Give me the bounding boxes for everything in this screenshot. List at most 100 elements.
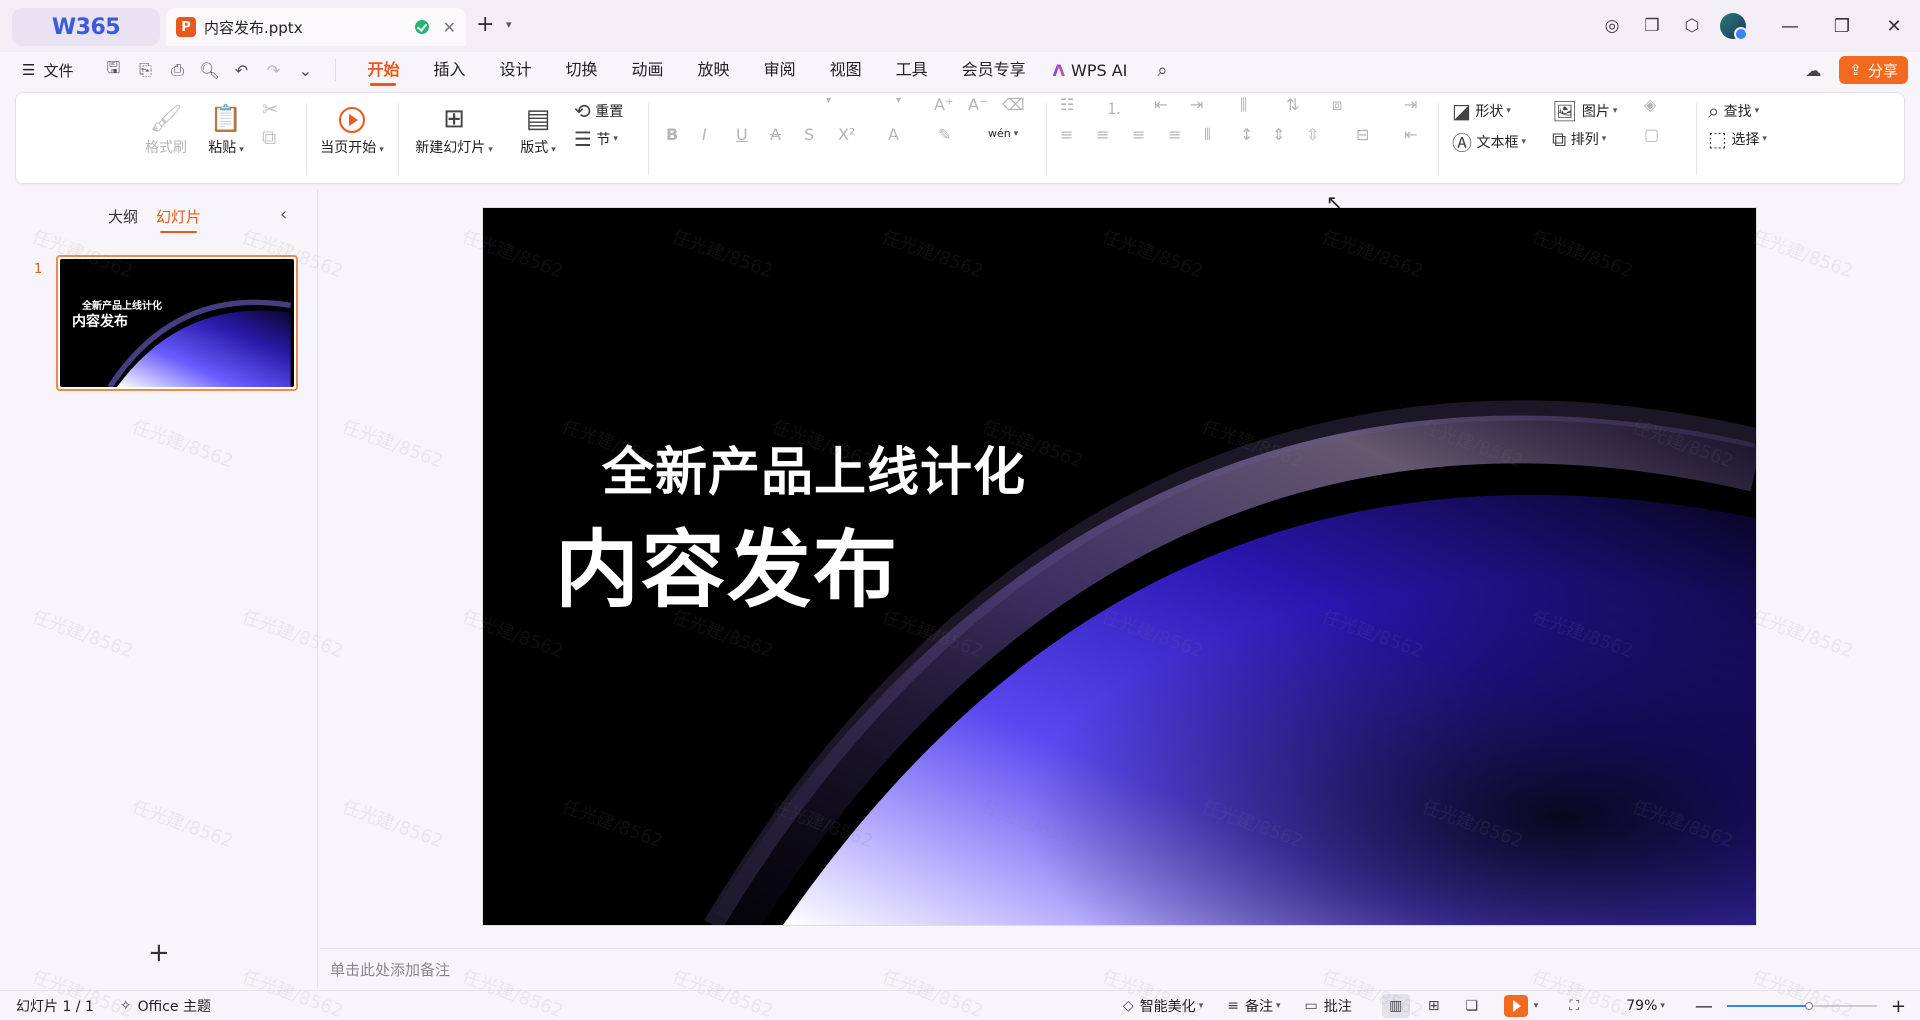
distributed-icon[interactable]: ⫴: [1204, 125, 1211, 145]
new-tab-menu-chevron-icon[interactable]: ▾: [506, 18, 512, 31]
smart-beautify-button[interactable]: ◇ 智能美化 ▾: [1123, 996, 1203, 1016]
tab-slides[interactable]: 幻灯片: [156, 206, 201, 233]
outline-icon[interactable]: ▢: [1644, 125, 1659, 144]
zoom-in-button[interactable]: +: [1891, 996, 1906, 1017]
section-button[interactable]: ☰ 节 ▾: [574, 127, 618, 151]
font-color-icon[interactable]: A: [888, 125, 899, 144]
increase-indent-icon[interactable]: ⇥: [1190, 95, 1203, 114]
zoom-slider-handle[interactable]: [1805, 1002, 1814, 1010]
tab-member[interactable]: 会员专享: [945, 52, 1043, 88]
columns-icon[interactable]: ⇤: [1404, 125, 1417, 144]
textbox-button[interactable]: Ⓐ 文本框 ▾: [1452, 127, 1526, 156]
close-tab-icon[interactable]: ✕: [443, 18, 456, 37]
wps-ai-button[interactable]: Λ WPS AI: [1053, 61, 1128, 80]
slide-subtitle[interactable]: 全新产品上线计化: [602, 430, 1026, 505]
align-right-icon[interactable]: ≡: [1132, 125, 1145, 144]
underline-icon[interactable]: U: [736, 125, 748, 144]
zoom-level[interactable]: 79%: [1626, 998, 1657, 1014]
decrease-indent-icon[interactable]: ⇤: [1154, 95, 1167, 114]
slide-canvas[interactable]: 全新产品上线计化 内容发布: [483, 208, 1756, 925]
fill-icon[interactable]: ◈: [1644, 95, 1656, 114]
minimize-button[interactable]: —: [1764, 16, 1816, 37]
layout-button[interactable]: ▤ 版式 ▾: [512, 101, 564, 157]
clear-format-icon[interactable]: ⌫: [1002, 95, 1025, 114]
zoom-out-button[interactable]: —: [1695, 996, 1713, 1017]
comments-button[interactable]: ▭ 批注: [1304, 996, 1351, 1016]
document-tab[interactable]: P 内容发布.pptx ✕: [166, 8, 466, 46]
slide-thumbnail[interactable]: 全新产品上线计化 内容发布: [56, 255, 298, 391]
save-icon[interactable]: 🖫: [97, 57, 129, 84]
close-window-button[interactable]: ✕: [1868, 16, 1920, 37]
reset-button[interactable]: ⟲ 重置: [574, 99, 623, 123]
arrange-button[interactable]: ⧉ 排列 ▾: [1552, 127, 1606, 151]
shape-button[interactable]: ◪ 形状 ▾: [1452, 99, 1511, 123]
export-icon[interactable]: ⎘: [129, 60, 161, 80]
numbering-icon[interactable]: ⒈: [1106, 95, 1122, 119]
print-preview-icon[interactable]: 🔍︎: [193, 61, 225, 80]
search-icon[interactable]: ⌕: [1157, 60, 1167, 81]
convert-smartart-icon[interactable]: ⧈: [1332, 95, 1342, 115]
align-left-icon[interactable]: ≡: [1060, 125, 1073, 144]
text-direction-icon[interactable]: ⫼: [1240, 95, 1247, 115]
sort-icon[interactable]: ⇅: [1286, 95, 1299, 114]
font-name-dropdown[interactable]: ▾: [826, 95, 831, 106]
italic-icon[interactable]: I: [702, 125, 707, 144]
tab-transitions[interactable]: 切换: [549, 52, 615, 88]
select-button[interactable]: ⬚ 选择 ▾: [1708, 127, 1767, 151]
phonetic-guide-button[interactable]: wén ▾: [988, 127, 1018, 140]
undo-icon[interactable]: ↶: [225, 61, 257, 80]
vertical-align-icon[interactable]: ⊟: [1356, 125, 1369, 144]
tab-animations[interactable]: 动画: [615, 52, 681, 88]
slide-sorter-icon[interactable]: ⊞: [1420, 994, 1448, 1018]
copy-icon[interactable]: ⧉: [262, 125, 276, 149]
redo-icon[interactable]: ↷: [257, 61, 289, 80]
bullets-icon[interactable]: ☷: [1060, 95, 1074, 114]
slide-title[interactable]: 内容发布: [555, 503, 899, 624]
slideshow-play-button[interactable]: [1503, 995, 1528, 1017]
paste-button[interactable]: 📋 粘贴 ▾: [202, 101, 250, 157]
format-painter-button[interactable]: 🖌 格式刷: [144, 101, 188, 157]
notes-pane[interactable]: 单击此处添加备注: [320, 948, 1920, 988]
tab-review[interactable]: 审阅: [747, 52, 813, 88]
shadow-text-icon[interactable]: S: [804, 125, 814, 144]
chat-icon[interactable]: ◎: [1592, 16, 1632, 36]
notes-toggle-button[interactable]: ≡ 备注 ▾: [1227, 996, 1280, 1016]
fit-to-window-icon[interactable]: ⛶: [1560, 994, 1588, 1018]
font-size-dropdown[interactable]: ▾: [896, 95, 901, 106]
text-fit-icon[interactable]: ⇥: [1404, 95, 1417, 114]
tab-view[interactable]: 视图: [813, 52, 879, 88]
align-center-icon[interactable]: ≡: [1096, 125, 1109, 144]
tab-slideshow[interactable]: 放映: [681, 52, 747, 88]
add-slide-button[interactable]: +: [148, 938, 170, 968]
picture-button[interactable]: 🖼︎ 图片 ▾: [1552, 99, 1617, 123]
user-avatar[interactable]: [1720, 13, 1748, 41]
home-logo-tab[interactable]: W365: [12, 8, 160, 46]
restore-button[interactable]: ❐: [1816, 16, 1868, 37]
slideshow-options-chevron-icon[interactable]: ▾: [1534, 1001, 1539, 1011]
find-button[interactable]: ⌕ 查找 ▾: [1708, 99, 1759, 123]
paragraph-spacing-icon[interactable]: ⇕: [1272, 125, 1285, 144]
normal-view-icon[interactable]: ▥: [1381, 994, 1410, 1018]
bold-icon[interactable]: B: [666, 125, 678, 144]
highlight-icon[interactable]: ✎: [938, 125, 951, 144]
cube-icon[interactable]: ⬡: [1672, 16, 1712, 36]
tab-insert[interactable]: 插入: [416, 52, 482, 88]
tab-design[interactable]: 设计: [483, 52, 549, 88]
strikethrough-icon[interactable]: A: [770, 125, 781, 144]
justify-icon[interactable]: ≡: [1168, 125, 1181, 144]
new-tab-button[interactable]: +: [476, 12, 494, 37]
new-slide-button[interactable]: ⊞ 新建幻灯片 ▾: [408, 101, 500, 157]
collapse-panel-icon[interactable]: ‹: [280, 204, 287, 225]
line-spacing-icon[interactable]: ↕: [1240, 125, 1253, 144]
zoom-slider[interactable]: [1726, 1002, 1877, 1010]
file-menu[interactable]: ☰ 文件: [22, 60, 73, 81]
share-button[interactable]: ⇪ 分享: [1839, 56, 1908, 84]
reading-view-icon[interactable]: ❏: [1458, 994, 1486, 1018]
superscript-icon[interactable]: X²: [838, 125, 855, 144]
increase-font-icon[interactable]: A⁺: [934, 95, 953, 114]
window-switch-icon[interactable]: ❐: [1632, 16, 1672, 36]
cut-icon[interactable]: ✂: [262, 97, 279, 121]
cloud-sync-icon[interactable]: ☁: [1805, 61, 1821, 80]
decrease-font-icon[interactable]: A⁻: [968, 95, 987, 114]
print-icon[interactable]: ⎙: [161, 60, 193, 80]
